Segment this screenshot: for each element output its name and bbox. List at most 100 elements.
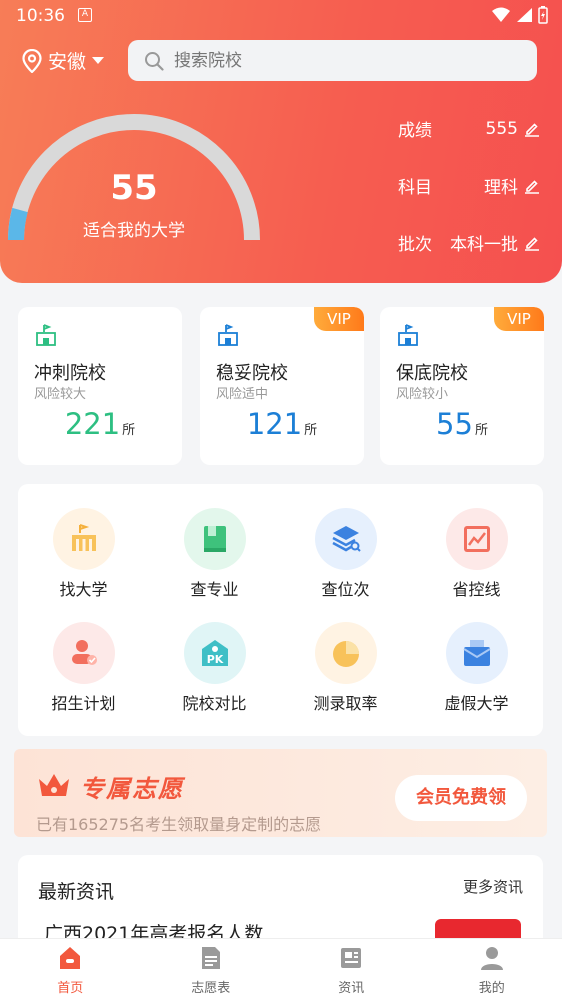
search-input[interactable] — [174, 50, 474, 71]
tool-icon-bg — [53, 508, 115, 570]
tab-label: 资讯 — [338, 981, 365, 996]
score-row[interactable]: 成绩 555 — [398, 116, 540, 141]
location-label: 安徽 — [48, 51, 87, 73]
tool-find-university[interactable]: 找大学 — [18, 484, 149, 599]
card-subtitle: 风险较大 — [34, 387, 87, 402]
count-unit: 所 — [304, 423, 318, 438]
tab-volunteer-form[interactable]: 志愿表 — [141, 939, 282, 1000]
tool-icon-bg — [446, 508, 508, 570]
batch-key: 批次 — [398, 235, 432, 255]
tab-home[interactable]: 首页 — [0, 939, 141, 1000]
pk-icon: PK — [202, 640, 228, 666]
edit-icon[interactable] — [524, 178, 540, 194]
tool-fake-universities[interactable]: 虚假大学 — [411, 598, 542, 713]
document-icon — [201, 947, 220, 969]
tool-icon-bg — [53, 622, 115, 684]
news-heading: 最新资讯 — [38, 881, 115, 903]
edit-icon[interactable] — [524, 121, 540, 137]
member-claim-button[interactable]: 会员免费领 — [395, 775, 527, 821]
card-subtitle: 风险适中 — [216, 387, 269, 402]
tool-admission-rate[interactable]: 测录取率 — [280, 598, 411, 713]
tab-label: 我的 — [478, 981, 505, 996]
score-value: 555 — [485, 118, 518, 139]
tool-label: 虚假大学 — [444, 694, 509, 713]
more-news-link[interactable]: 更多资讯 — [463, 876, 523, 897]
subject-value: 理科 — [484, 178, 518, 198]
tool-label: 招生计划 — [51, 694, 116, 713]
battery-icon — [538, 6, 548, 24]
wifi-icon — [492, 7, 510, 22]
location-pin-icon — [22, 48, 42, 73]
count-number: 55 — [436, 407, 473, 441]
subject-row[interactable]: 科目 理科 — [398, 173, 540, 198]
notification-icon: A — [78, 8, 92, 22]
tool-icon-bg: PK — [184, 622, 246, 684]
tab-profile[interactable]: 我的 — [422, 939, 562, 1000]
tab-label: 首页 — [57, 981, 84, 996]
flag-building-icon — [218, 324, 238, 346]
chevron-down-icon — [92, 56, 105, 64]
status-bar: 10:36 A — [0, 0, 562, 32]
vip-badge: VIP — [494, 307, 544, 331]
university-icon — [72, 524, 96, 551]
envelope-icon — [463, 640, 491, 666]
tool-label: 找大学 — [59, 580, 108, 599]
edit-icon[interactable] — [524, 235, 540, 251]
tool-search-major[interactable]: 查专业 — [149, 484, 280, 599]
search-box[interactable] — [128, 40, 537, 81]
card-count: 221 所 — [18, 407, 182, 441]
search-icon — [145, 51, 164, 71]
backup-schools-card[interactable]: VIP 保底院校 风险较小 55 所 — [380, 307, 544, 465]
matched-university-count: 55 — [110, 168, 158, 208]
card-count: 121 所 — [200, 407, 364, 441]
safe-schools-card[interactable]: VIP 稳妥院校 风险适中 121 所 — [200, 307, 364, 465]
tool-label: 省控线 — [452, 580, 501, 599]
status-time: 10:36 — [16, 6, 65, 26]
count-unit: 所 — [474, 423, 488, 438]
line-chart-icon — [464, 526, 490, 552]
tool-label: 测录取率 — [313, 694, 378, 713]
count-unit: 所 — [122, 423, 136, 438]
tools-panel: 找大学 查专业 查位次 省控线 招生计划 PK 院校对比 测录取率 虚假大学 — [18, 484, 543, 736]
status-icons — [492, 6, 548, 24]
tool-label: 查专业 — [190, 580, 239, 599]
tool-icon-bg — [315, 622, 377, 684]
flag-building-icon — [36, 324, 56, 346]
crown-icon — [39, 774, 69, 796]
matched-university-label: 适合我的大学 — [83, 221, 185, 241]
batch-value: 本科一批 — [450, 235, 518, 255]
news-icon — [341, 948, 362, 968]
reach-schools-card[interactable]: 冲刺院校 风险较大 221 所 — [18, 307, 182, 465]
tool-label: 查位次 — [321, 580, 370, 599]
card-title: 冲刺院校 — [34, 363, 106, 384]
tab-label: 志愿表 — [191, 981, 231, 996]
book-icon — [204, 526, 226, 552]
location-selector[interactable]: 安徽 — [22, 47, 105, 74]
user-plan-icon — [72, 640, 97, 665]
batch-row[interactable]: 批次 本科一批 — [398, 230, 540, 255]
tool-compare-schools[interactable]: PK 院校对比 — [149, 598, 280, 713]
svg-text:PK: PK — [207, 653, 224, 666]
vip-badge: VIP — [314, 307, 364, 331]
layers-search-icon — [332, 526, 361, 552]
tool-enrollment-plan[interactable]: 招生计划 — [18, 598, 149, 713]
card-title: 保底院校 — [396, 363, 468, 384]
tool-icon-bg — [184, 508, 246, 570]
score-key: 成绩 — [398, 121, 432, 141]
bottom-tab-bar: 首页 志愿表 资讯 我的 — [0, 938, 562, 1000]
profile-icon — [480, 947, 503, 970]
banner-title: 专属志愿 — [80, 775, 184, 803]
vip-volunteer-banner[interactable]: 专属志愿 已有165275名考生领取量身定制的志愿 会员免费领 — [14, 749, 547, 837]
tool-icon-bg — [315, 508, 377, 570]
card-count: 55 所 — [380, 407, 544, 441]
count-number: 121 — [246, 407, 303, 441]
tool-icon-bg — [446, 622, 508, 684]
tool-provincial-line[interactable]: 省控线 — [411, 484, 542, 599]
tool-label: 院校对比 — [182, 694, 247, 713]
tool-check-ranking[interactable]: 查位次 — [280, 484, 411, 599]
tab-news[interactable]: 资讯 — [281, 939, 422, 1000]
card-title: 稳妥院校 — [216, 363, 288, 384]
card-subtitle: 风险较小 — [396, 387, 449, 402]
pie-chart-icon — [333, 641, 359, 667]
signal-icon — [517, 8, 532, 22]
